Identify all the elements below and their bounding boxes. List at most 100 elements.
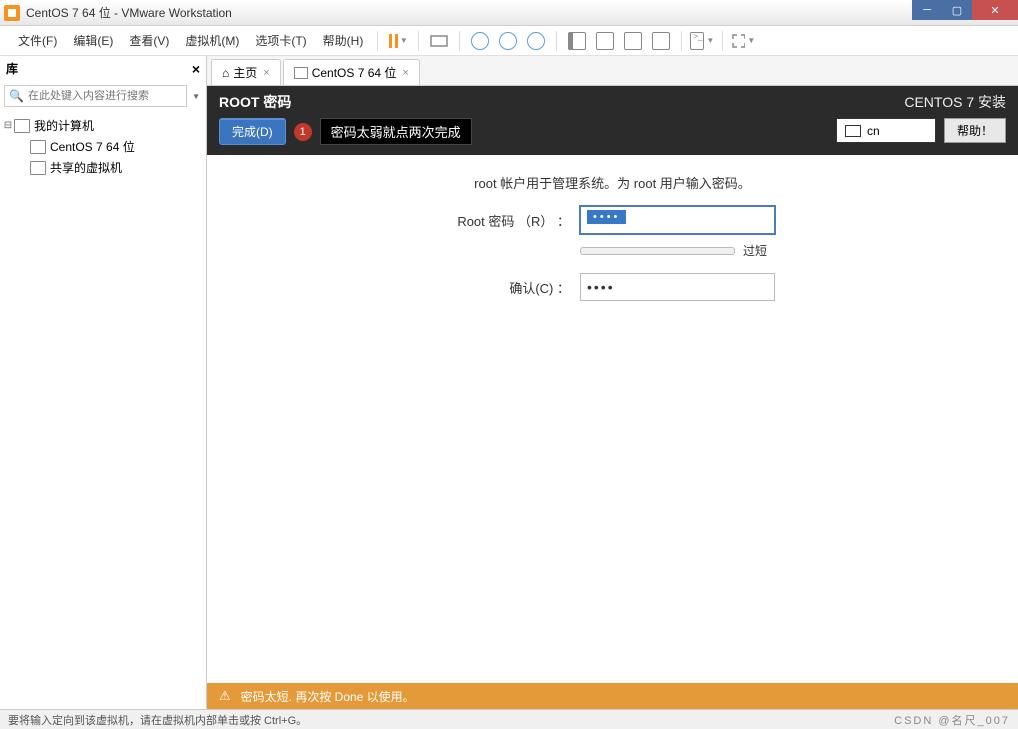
computer-icon	[14, 119, 30, 133]
confirm-password-label: 确认(C) ：	[450, 278, 570, 297]
menu-file[interactable]: 文件(F)	[10, 32, 65, 49]
console-icon: >_	[690, 32, 704, 50]
keyboard-layout: cn	[867, 124, 880, 138]
warning-icon: ⚠	[219, 688, 231, 704]
divider	[377, 31, 378, 51]
manage-icon	[527, 32, 545, 50]
menu-tabs[interactable]: 选项卡(T)	[247, 32, 314, 49]
menu-edit[interactable]: 编辑(E)	[65, 32, 121, 49]
main-layout: 库 × 🔍 ▼ ⊟ 我的计算机 CentOS 7 64 位 共享的	[0, 56, 1018, 709]
revert-button[interactable]	[496, 29, 520, 53]
menu-help[interactable]: 帮助(H)	[315, 32, 372, 49]
window-controls: ─ ▢ ✕	[912, 0, 1018, 20]
password-dots: ••••	[587, 210, 626, 224]
divider	[681, 31, 682, 51]
keyboard-icon	[430, 33, 448, 49]
statusbar: 要将输入定向到该虚拟机，请在虚拟机内部单击或按 Ctrl+G。 CSDN @名尺…	[0, 709, 1018, 729]
tree-my-computer[interactable]: ⊟ 我的计算机	[2, 115, 204, 136]
root-password-label: Root 密码 （R） ：	[450, 211, 570, 230]
tree-centos-vm[interactable]: CentOS 7 64 位	[2, 136, 204, 157]
tree-label: 我的计算机	[34, 117, 94, 134]
view-icon	[624, 32, 642, 50]
fullscreen-button[interactable]: ▼	[731, 29, 755, 53]
fullscreen-icon	[731, 33, 745, 49]
pause-icon	[389, 34, 398, 48]
view-icon	[652, 32, 670, 50]
root-password-input[interactable]: ••••	[580, 206, 775, 234]
form-area: root 帐户用于管理系统。为 root 用户输入密码。 Root 密码 （R）…	[207, 155, 1018, 709]
menubar: 文件(F) 编辑(E) 查看(V) 虚拟机(M) 选项卡(T) 帮助(H) ▼ …	[0, 26, 1018, 56]
tab-row: ⌂ 主页 × CentOS 7 64 位 ×	[207, 56, 1018, 86]
annotation-tip: 密码太弱就点两次完成	[320, 118, 472, 145]
menu-view[interactable]: 查看(V)	[121, 32, 177, 49]
help-button[interactable]: 帮助！	[944, 118, 1006, 143]
tab-close-button[interactable]: ×	[402, 67, 408, 79]
search-row: 🔍 ▼	[0, 81, 206, 111]
header-right-row: cn 帮助！	[836, 118, 1006, 143]
divider	[459, 31, 460, 51]
divider	[418, 31, 419, 51]
content-area: ⌂ 主页 × CentOS 7 64 位 × ROOT 密码 完成(D) 1 密…	[207, 56, 1018, 709]
view-button-1[interactable]	[565, 29, 589, 53]
page-title: ROOT 密码	[219, 92, 291, 112]
divider	[556, 31, 557, 51]
console-button[interactable]: >_▼	[690, 29, 714, 53]
tree-shared-vms[interactable]: 共享的虚拟机	[2, 157, 204, 178]
keyboard-indicator[interactable]: cn	[836, 118, 936, 143]
tab-centos[interactable]: CentOS 7 64 位 ×	[283, 59, 420, 85]
confirm-password-input[interactable]: ••••	[580, 273, 775, 301]
form-description: root 帐户用于管理系统。为 root 用户输入密码。	[207, 173, 1018, 192]
tab-label: 主页	[233, 64, 257, 81]
root-password-row: Root 密码 （R） ： ••••	[207, 206, 1018, 234]
library-tree: ⊟ 我的计算机 CentOS 7 64 位 共享的虚拟机	[0, 111, 206, 182]
menu-vm[interactable]: 虚拟机(M)	[177, 32, 247, 49]
tree-label: 共享的虚拟机	[50, 159, 122, 176]
maximize-button[interactable]: ▢	[942, 0, 972, 20]
divider	[722, 31, 723, 51]
statusbar-watermark: CSDN @名尺_007	[894, 712, 1010, 728]
search-dropdown[interactable]: ▼	[190, 92, 202, 101]
sidebar-close-button[interactable]: ×	[192, 61, 200, 77]
confirm-password-row: 确认(C) ： ••••	[207, 273, 1018, 301]
snapshot-button[interactable]	[468, 29, 492, 53]
vm-icon	[294, 67, 308, 79]
search-input[interactable]	[28, 90, 182, 102]
close-button[interactable]: ✕	[972, 0, 1018, 20]
view-button-3[interactable]	[621, 29, 645, 53]
sidebar-header: 库 ×	[0, 56, 206, 81]
statusbar-text: 要将输入定向到该虚拟机，请在虚拟机内部单击或按 Ctrl+G。	[8, 712, 307, 728]
chevron-down-icon: ▼	[706, 36, 714, 45]
minimize-button[interactable]: ─	[912, 0, 942, 20]
app-icon	[4, 5, 20, 21]
tab-label: CentOS 7 64 位	[312, 64, 397, 81]
pause-button[interactable]: ▼	[386, 29, 410, 53]
password-strength-text: 过短	[743, 242, 775, 259]
header-left: ROOT 密码 完成(D) 1 密码太弱就点两次完成	[219, 92, 472, 145]
view-icon	[596, 32, 614, 50]
library-sidebar: 库 × 🔍 ▼ ⊟ 我的计算机 CentOS 7 64 位 共享的	[0, 56, 207, 709]
send-ctrl-alt-del-button[interactable]	[427, 29, 451, 53]
search-icon: 🔍	[9, 89, 24, 103]
done-button[interactable]: 完成(D)	[219, 118, 286, 145]
done-row: 完成(D) 1 密码太弱就点两次完成	[219, 118, 472, 145]
view-button-4[interactable]	[649, 29, 673, 53]
anaconda-header: ROOT 密码 完成(D) 1 密码太弱就点两次完成 CENTOS 7 安装 c…	[207, 86, 1018, 155]
revert-icon	[499, 32, 517, 50]
search-box[interactable]: 🔍	[4, 85, 187, 107]
collapse-icon[interactable]: ⊟	[2, 120, 14, 131]
keyboard-icon	[845, 125, 861, 137]
annotation-badge: 1	[294, 123, 312, 141]
sidebar-title: 库	[6, 60, 18, 77]
home-icon: ⌂	[222, 66, 229, 80]
tab-home[interactable]: ⌂ 主页 ×	[211, 59, 281, 85]
snapshot-icon	[471, 32, 489, 50]
password-strength-bar	[580, 247, 735, 255]
view-button-2[interactable]	[593, 29, 617, 53]
manage-button[interactable]	[524, 29, 548, 53]
warning-bar: ⚠ 密码太短. 再次按 Done 以使用。	[207, 683, 1018, 709]
header-right: CENTOS 7 安装 cn 帮助！	[836, 92, 1006, 145]
strength-row: x 过短	[207, 242, 1018, 259]
tab-close-button[interactable]: ×	[263, 67, 269, 79]
shared-icon	[30, 161, 46, 175]
window-titlebar: CentOS 7 64 位 - VMware Workstation ─ ▢ ✕	[0, 0, 1018, 26]
